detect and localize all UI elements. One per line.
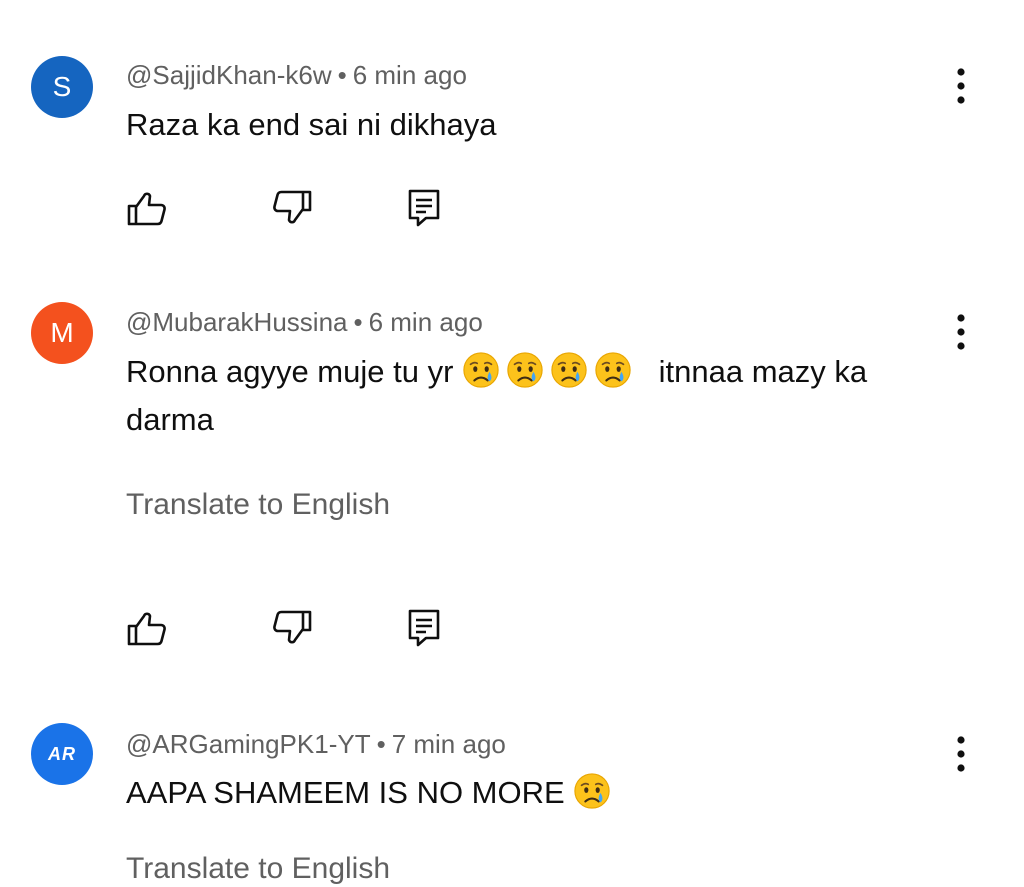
comment-text-part: AAPA SHAMEEM IS NO MORE bbox=[126, 775, 565, 810]
avatar[interactable]: S bbox=[31, 56, 93, 118]
like-button[interactable] bbox=[125, 186, 169, 230]
comment-meta: @ARGamingPK1-YT • 7 min ago bbox=[126, 729, 506, 759]
comment-meta: @SajjidKhan-k6w • 6 min ago bbox=[126, 60, 467, 90]
emoji-group bbox=[462, 354, 650, 389]
comment-text: Raza ka end sai ni dikhaya bbox=[126, 107, 497, 142]
thumb-up-icon bbox=[125, 186, 169, 230]
dislike-button[interactable] bbox=[270, 606, 314, 650]
meta-separator: • bbox=[376, 729, 386, 759]
comment-time: 7 min ago bbox=[391, 729, 506, 759]
thumb-up-icon bbox=[125, 606, 169, 650]
more-options-button[interactable] bbox=[946, 734, 976, 774]
meta-separator: • bbox=[337, 60, 347, 90]
more-vert-icon bbox=[946, 734, 976, 774]
avatar-letter: M bbox=[50, 317, 74, 348]
reply-button[interactable] bbox=[402, 606, 446, 650]
comment-time: 6 min ago bbox=[352, 60, 467, 90]
more-vert-icon bbox=[946, 66, 976, 106]
comment-text-part: Ronna agyye muje tu yr bbox=[126, 354, 454, 389]
more-vert-icon bbox=[946, 312, 976, 352]
comment-author[interactable]: @MubarakHussina bbox=[126, 307, 347, 337]
crying-face-emoji bbox=[573, 772, 611, 810]
more-options-button[interactable] bbox=[946, 66, 976, 106]
crying-face-emoji bbox=[462, 351, 500, 389]
avatar-letter: AR bbox=[48, 743, 76, 764]
avatar[interactable]: M bbox=[31, 302, 93, 364]
comment-author[interactable]: @ARGamingPK1-YT bbox=[126, 729, 371, 759]
reply-button[interactable] bbox=[402, 186, 446, 230]
comment-time: 6 min ago bbox=[368, 307, 483, 337]
comment-text: Ronna agyye muje tu yr itnnaa mazy ka da… bbox=[126, 348, 946, 444]
comment-text: AAPA SHAMEEM IS NO MORE bbox=[126, 769, 946, 817]
like-button[interactable] bbox=[125, 606, 169, 650]
translate-link[interactable]: Translate to English bbox=[126, 851, 390, 887]
reply-comment-icon bbox=[402, 606, 446, 650]
thumb-down-icon bbox=[270, 606, 314, 650]
avatar-letter: S bbox=[52, 71, 72, 102]
crying-face-emoji bbox=[506, 351, 544, 389]
avatar[interactable]: AR bbox=[31, 723, 93, 785]
translate-link[interactable]: Translate to English bbox=[126, 487, 390, 523]
reply-comment-icon bbox=[402, 186, 446, 230]
more-options-button[interactable] bbox=[946, 312, 976, 352]
meta-separator: • bbox=[353, 307, 363, 337]
crying-face-emoji bbox=[594, 351, 632, 389]
thumb-down-icon bbox=[270, 186, 314, 230]
comment-author[interactable]: @SajjidKhan-k6w bbox=[126, 60, 332, 90]
comment-meta: @MubarakHussina • 6 min ago bbox=[126, 307, 483, 337]
dislike-button[interactable] bbox=[270, 186, 314, 230]
crying-face-emoji bbox=[550, 351, 588, 389]
